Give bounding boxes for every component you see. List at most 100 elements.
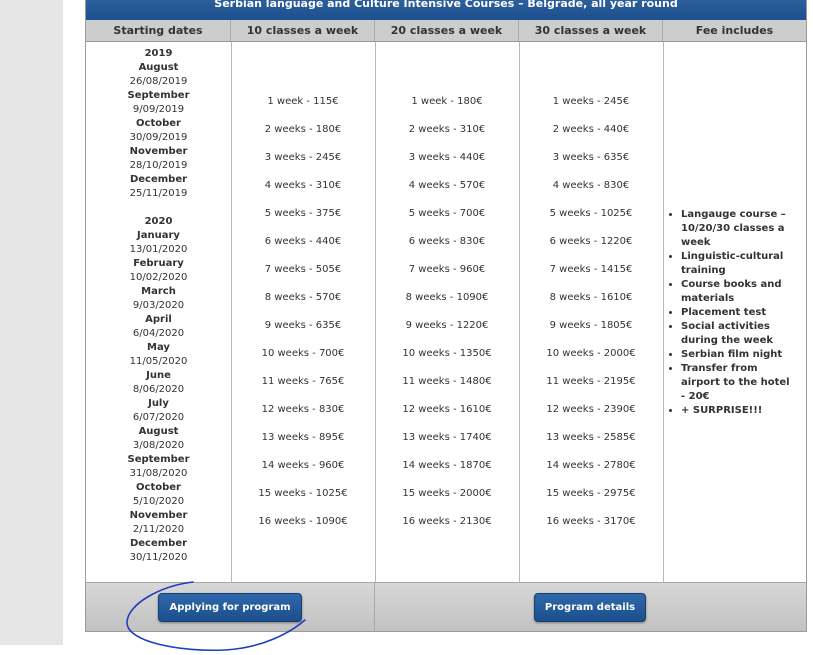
month-label: May bbox=[147, 342, 170, 353]
header-30-classes: 30 classes a week bbox=[519, 20, 663, 41]
start-date: 28/10/2019 bbox=[129, 160, 188, 171]
header-10-classes: 10 classes a week bbox=[231, 20, 375, 41]
footer-divider bbox=[374, 583, 375, 632]
start-date: 5/10/2020 bbox=[132, 496, 185, 507]
month-label: November bbox=[129, 146, 188, 157]
table-header-row: Starting dates 10 classes a week 20 clas… bbox=[86, 20, 806, 42]
starting-dates-list: 2019 August 26/08/2019 September 9/09/20… bbox=[86, 47, 231, 565]
start-date: 30/09/2019 bbox=[129, 132, 188, 143]
start-date: 10/02/2020 bbox=[129, 272, 188, 283]
price-entry: 1 weeks - 245€ bbox=[552, 96, 630, 107]
month-label: December bbox=[129, 538, 188, 549]
price-entry: 9 weeks - 635€ bbox=[264, 320, 342, 331]
month-label: July bbox=[148, 398, 169, 409]
price-entry: 13 weeks - 1740€ bbox=[402, 432, 492, 443]
start-date: 11/05/2020 bbox=[129, 356, 188, 367]
month-label: December bbox=[129, 174, 188, 185]
price-entry: 7 weeks - 1415€ bbox=[549, 264, 633, 275]
header-fee-includes: Fee includes bbox=[695, 24, 774, 37]
start-date: 26/08/2019 bbox=[129, 76, 188, 87]
year-heading: 2019 bbox=[144, 48, 173, 59]
price-entry: 9 weeks - 1220€ bbox=[405, 320, 489, 331]
fee-item: + SURPRISE!!! bbox=[681, 404, 808, 418]
start-date: 2/11/2020 bbox=[132, 524, 185, 535]
price-entry: 16 weeks - 3170€ bbox=[546, 516, 636, 527]
start-date: 30/11/2020 bbox=[129, 552, 188, 563]
start-date: 6/07/2020 bbox=[132, 412, 185, 423]
start-date: 9/09/2019 bbox=[132, 104, 185, 115]
price-entry: 5 weeks - 375€ bbox=[264, 208, 342, 219]
fee-includes-list: Langauge course – 10/20/30 classes a wee… bbox=[664, 208, 808, 418]
price-entry: 8 weeks - 570€ bbox=[264, 292, 342, 303]
month-label: March bbox=[141, 286, 176, 297]
fee-item: Social activities during the week bbox=[681, 320, 808, 348]
course-fee-table: Serbian language and Culture Intensive C… bbox=[85, 0, 807, 632]
price-entry: 12 weeks - 1610€ bbox=[402, 404, 492, 415]
price-entry: 11 weeks - 765€ bbox=[261, 376, 345, 387]
month-label: October bbox=[136, 118, 181, 129]
price-entry: 15 weeks - 2975€ bbox=[546, 488, 636, 499]
table-footer: Applying for program Program details bbox=[86, 582, 806, 632]
price-entry: 11 weeks - 2195€ bbox=[546, 376, 636, 387]
fee-item: Course books and materials bbox=[681, 278, 808, 306]
month-label: November bbox=[129, 510, 188, 521]
price-entry: 5 weeks - 1025€ bbox=[549, 208, 633, 219]
month-label: September bbox=[127, 90, 190, 101]
start-date: 8/06/2020 bbox=[132, 384, 185, 395]
header-20-classes: 20 classes a week bbox=[375, 20, 519, 41]
price-entry: 7 weeks - 505€ bbox=[264, 264, 342, 275]
apply-for-program-button[interactable]: Applying for program bbox=[158, 593, 302, 622]
price-entry: 13 weeks - 895€ bbox=[261, 432, 345, 443]
month-label: January bbox=[137, 230, 180, 241]
start-date: 6/04/2020 bbox=[132, 328, 185, 339]
price-entry: 12 weeks - 830€ bbox=[261, 404, 345, 415]
start-date: 9/03/2020 bbox=[132, 300, 185, 311]
month-label: September bbox=[127, 454, 190, 465]
fee-item: Placement test bbox=[681, 306, 808, 320]
price-entry: 10 weeks - 700€ bbox=[261, 348, 345, 359]
price-entry: 16 weeks - 2130€ bbox=[402, 516, 492, 527]
price-entry: 10 weeks - 1350€ bbox=[402, 348, 492, 359]
price-entry: 3 weeks - 440€ bbox=[408, 152, 486, 163]
start-date: 25/11/2019 bbox=[129, 188, 188, 199]
left-gutter bbox=[0, 0, 63, 645]
program-details-button[interactable]: Program details bbox=[534, 593, 646, 622]
price-entry: 9 weeks - 1805€ bbox=[549, 320, 633, 331]
price-entry: 10 weeks - 2000€ bbox=[546, 348, 636, 359]
month-label: April bbox=[145, 314, 172, 325]
month-label: August bbox=[138, 62, 179, 73]
price-entry: 6 weeks - 830€ bbox=[408, 236, 486, 247]
price-entry: 11 weeks - 1480€ bbox=[402, 376, 492, 387]
price-entry: 2 weeks - 310€ bbox=[408, 124, 486, 135]
fee-item: Langauge course – 10/20/30 classes a wee… bbox=[681, 208, 808, 250]
prices-30-classes: 1 weeks - 245€ 2 weeks - 440€ 3 weeks - … bbox=[519, 95, 663, 543]
price-entry: 2 weeks - 180€ bbox=[264, 124, 342, 135]
price-entry: 5 weeks - 700€ bbox=[408, 208, 486, 219]
price-entry: 1 week - 180€ bbox=[411, 96, 483, 107]
price-entry: 14 weeks - 960€ bbox=[261, 460, 345, 471]
price-entry: 8 weeks - 1090€ bbox=[405, 292, 489, 303]
price-entry: 4 weeks - 310€ bbox=[264, 180, 342, 191]
month-label: August bbox=[138, 426, 179, 437]
month-label: February bbox=[133, 258, 184, 269]
price-entry: 8 weeks - 1610€ bbox=[549, 292, 633, 303]
price-entry: 16 weeks - 1090€ bbox=[258, 516, 348, 527]
start-date: 13/01/2020 bbox=[129, 244, 188, 255]
price-entry: 15 weeks - 1025€ bbox=[258, 488, 348, 499]
fee-item: Linguistic-cultural training bbox=[681, 250, 808, 278]
fee-item: Serbian film night bbox=[681, 348, 808, 362]
year-spacer bbox=[86, 201, 231, 215]
prices-20-classes: 1 week - 180€ 2 weeks - 310€ 3 weeks - 4… bbox=[375, 95, 519, 543]
start-date: 3/08/2020 bbox=[132, 440, 185, 451]
price-entry: 4 weeks - 570€ bbox=[408, 180, 486, 191]
price-entry: 12 weeks - 2390€ bbox=[546, 404, 636, 415]
fee-item: Transfer from airport to the hotel - 20€ bbox=[681, 362, 808, 404]
header-starting-dates: Starting dates bbox=[86, 20, 231, 41]
prices-10-classes: 1 week - 115€ 2 weeks - 180€ 3 weeks - 2… bbox=[231, 95, 375, 543]
price-entry: 15 weeks - 2000€ bbox=[402, 488, 492, 499]
price-entry: 4 weeks - 830€ bbox=[552, 180, 630, 191]
month-label: June bbox=[146, 370, 171, 381]
month-label: October bbox=[136, 482, 181, 493]
start-date: 31/08/2020 bbox=[129, 468, 188, 479]
price-entry: 14 weeks - 1870€ bbox=[402, 460, 492, 471]
